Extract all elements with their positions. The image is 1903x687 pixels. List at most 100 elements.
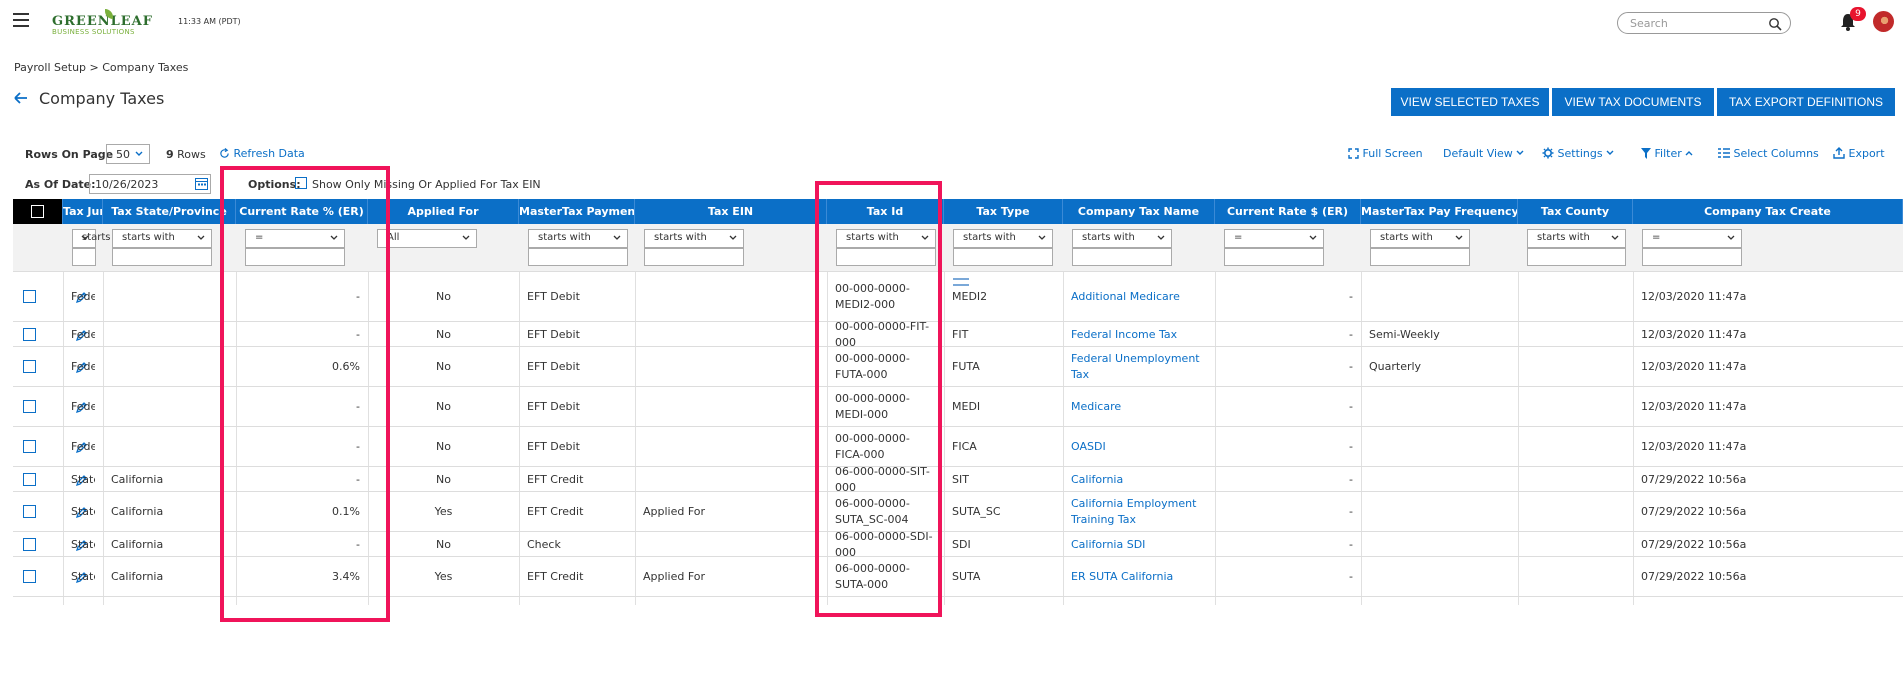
select-columns-button[interactable]: Select Columns <box>1718 147 1819 160</box>
view-tax-documents-button[interactable]: VIEW TAX DOCUMENTS <box>1552 88 1714 116</box>
filter-operator-rate-dollar[interactable]: = <box>1224 229 1324 248</box>
cell-text: EFT Credit <box>527 472 584 486</box>
select-all-checkbox[interactable] <box>31 205 44 218</box>
view-selected-taxes-button[interactable]: VIEW SELECTED TAXES <box>1391 88 1549 116</box>
row-checkbox[interactable] <box>23 473 36 486</box>
filter-input-jurisdiction[interactable] <box>72 248 96 266</box>
column-header-rate-dollar[interactable]: Current Rate $ (ER) <box>1215 199 1361 224</box>
cell-text: - <box>1349 537 1353 551</box>
column-header-county[interactable]: Tax County <box>1518 199 1633 224</box>
cell-frequency: Semi-Weekly <box>1369 322 1510 347</box>
menu-icon[interactable] <box>13 13 29 27</box>
rows-on-page-select[interactable]: 50 <box>106 144 150 164</box>
company-tax-name-link[interactable]: California <box>1071 472 1123 488</box>
filter-operator-method[interactable]: starts with <box>528 229 628 248</box>
chevron-down-icon <box>197 235 205 240</box>
row-checkbox[interactable] <box>23 400 36 413</box>
filter-input-method[interactable] <box>528 248 628 266</box>
cell-applied: No <box>376 322 511 347</box>
cell-rate-dollar: - <box>1223 322 1353 347</box>
filter-operator-name[interactable]: starts with <box>1072 229 1172 248</box>
column-header-frequency[interactable]: MasterTax Pay Frequency <box>1361 199 1518 224</box>
column-header-created[interactable]: Company Tax Create <box>1633 199 1903 224</box>
column-header-name[interactable]: Company Tax Name <box>1063 199 1215 224</box>
cell-method: EFT Debit <box>527 272 627 322</box>
cell-name[interactable]: OASDI <box>1071 427 1207 467</box>
row-checkbox[interactable] <box>23 570 36 583</box>
full-screen-button[interactable]: Full Screen <box>1348 147 1423 160</box>
company-tax-name-link[interactable]: Medicare <box>1071 399 1121 415</box>
company-tax-name-link[interactable]: Additional Medicare <box>1071 289 1180 305</box>
filter-input-state[interactable] <box>112 248 212 266</box>
filter-input-name[interactable] <box>1072 248 1172 266</box>
filter-operator-state[interactable]: starts with <box>112 229 212 248</box>
filter-operator-created[interactable]: = <box>1642 229 1742 248</box>
filter-input-county[interactable] <box>1527 248 1626 266</box>
cell-name[interactable]: Federal Income Tax <box>1071 322 1207 347</box>
expand-icon <box>1348 148 1359 159</box>
cell-name[interactable]: Additional Medicare <box>1071 272 1207 322</box>
filter-input-frequency[interactable] <box>1370 248 1470 266</box>
refresh-data-link[interactable]: Refresh Data <box>219 147 305 160</box>
cell-jurisdiction: Federal <box>71 427 95 467</box>
column-resize-handle[interactable] <box>953 278 969 286</box>
refresh-icon <box>220 148 229 158</box>
filter-operator-ein[interactable]: starts with <box>644 229 744 248</box>
filter-operator-county[interactable]: starts with <box>1527 229 1626 248</box>
settings-dropdown[interactable]: Settings <box>1542 147 1614 160</box>
as-of-date-field[interactable]: 10/26/2023 <box>89 174 211 194</box>
back-arrow-icon[interactable] <box>13 90 29 106</box>
cell-ein: Applied For <box>643 492 819 532</box>
column-header-applied[interactable]: Applied For <box>368 199 519 224</box>
cell-name[interactable]: Medicare <box>1071 387 1207 427</box>
company-tax-name-link[interactable]: Federal Unemployment Tax <box>1071 351 1207 383</box>
row-checkbox[interactable] <box>23 538 36 551</box>
row-checkbox[interactable] <box>23 505 36 518</box>
company-logo[interactable]: GREENLEAF BUSINESS SOLUTIONS <box>52 9 158 37</box>
company-tax-name-link[interactable]: California Employment Training Tax <box>1071 496 1207 528</box>
cell-rate-dollar: - <box>1223 387 1353 427</box>
filter-operator-frequency[interactable]: starts with <box>1370 229 1470 248</box>
calendar-icon[interactable] <box>195 177 208 190</box>
export-button[interactable]: Export <box>1833 147 1885 160</box>
cell-text: Federal <box>71 400 95 413</box>
default-view-dropdown[interactable]: Default View <box>1443 147 1524 160</box>
filter-operator-applied[interactable]: All <box>377 229 477 248</box>
company-tax-name-link[interactable]: Federal Income Tax <box>1071 327 1177 343</box>
row-checkbox[interactable] <box>23 360 36 373</box>
cell-name[interactable]: California SDI <box>1071 532 1207 557</box>
filter-dropdown[interactable]: Filter <box>1641 147 1693 160</box>
column-header-method[interactable]: MasterTax Payment Method <box>519 199 635 224</box>
company-tax-name-link[interactable]: OASDI <box>1071 439 1106 455</box>
search-icon[interactable] <box>1768 17 1782 31</box>
filter-operator-type[interactable]: starts with <box>953 229 1053 248</box>
column-header-type[interactable]: Tax Type <box>944 199 1063 224</box>
filter-input-rate-dollar[interactable] <box>1224 248 1324 266</box>
cell-name[interactable]: California Employment Training Tax <box>1071 492 1207 532</box>
cell-text: Federal <box>71 360 95 373</box>
company-tax-name-link[interactable]: California SDI <box>1071 537 1145 553</box>
cell-county <box>1526 557 1625 597</box>
breadcrumb-parent[interactable]: Payroll Setup <box>14 61 86 74</box>
row-checkbox[interactable] <box>23 328 36 341</box>
filter-input-ein[interactable] <box>644 248 744 266</box>
avatar[interactable] <box>1873 11 1894 32</box>
column-header-jurisdiction[interactable]: Tax Jurisdiction <box>63 199 103 224</box>
tax-export-definitions-button[interactable]: TAX EXPORT DEFINITIONS <box>1717 88 1895 116</box>
company-tax-name-link[interactable]: ER SUTA California <box>1071 569 1173 585</box>
row-checkbox[interactable] <box>23 290 36 303</box>
cell-name[interactable]: California <box>1071 467 1207 492</box>
cell-ein <box>643 272 819 322</box>
search-input[interactable] <box>1630 16 1760 30</box>
cell-name[interactable]: ER SUTA California <box>1071 557 1207 597</box>
cell-ein <box>643 467 819 492</box>
column-header-ein[interactable]: Tax EIN <box>635 199 827 224</box>
column-header-state[interactable]: Tax State/Province <box>103 199 236 224</box>
filter-input-type[interactable] <box>953 248 1053 266</box>
cell-text: SUTA <box>952 570 981 583</box>
filter-input-created[interactable] <box>1642 248 1742 266</box>
search-box[interactable] <box>1617 12 1791 34</box>
cell-name[interactable]: Federal Unemployment Tax <box>1071 347 1207 387</box>
filter-operator-jurisdiction[interactable]: starts with <box>72 229 135 248</box>
row-checkbox[interactable] <box>23 440 36 453</box>
